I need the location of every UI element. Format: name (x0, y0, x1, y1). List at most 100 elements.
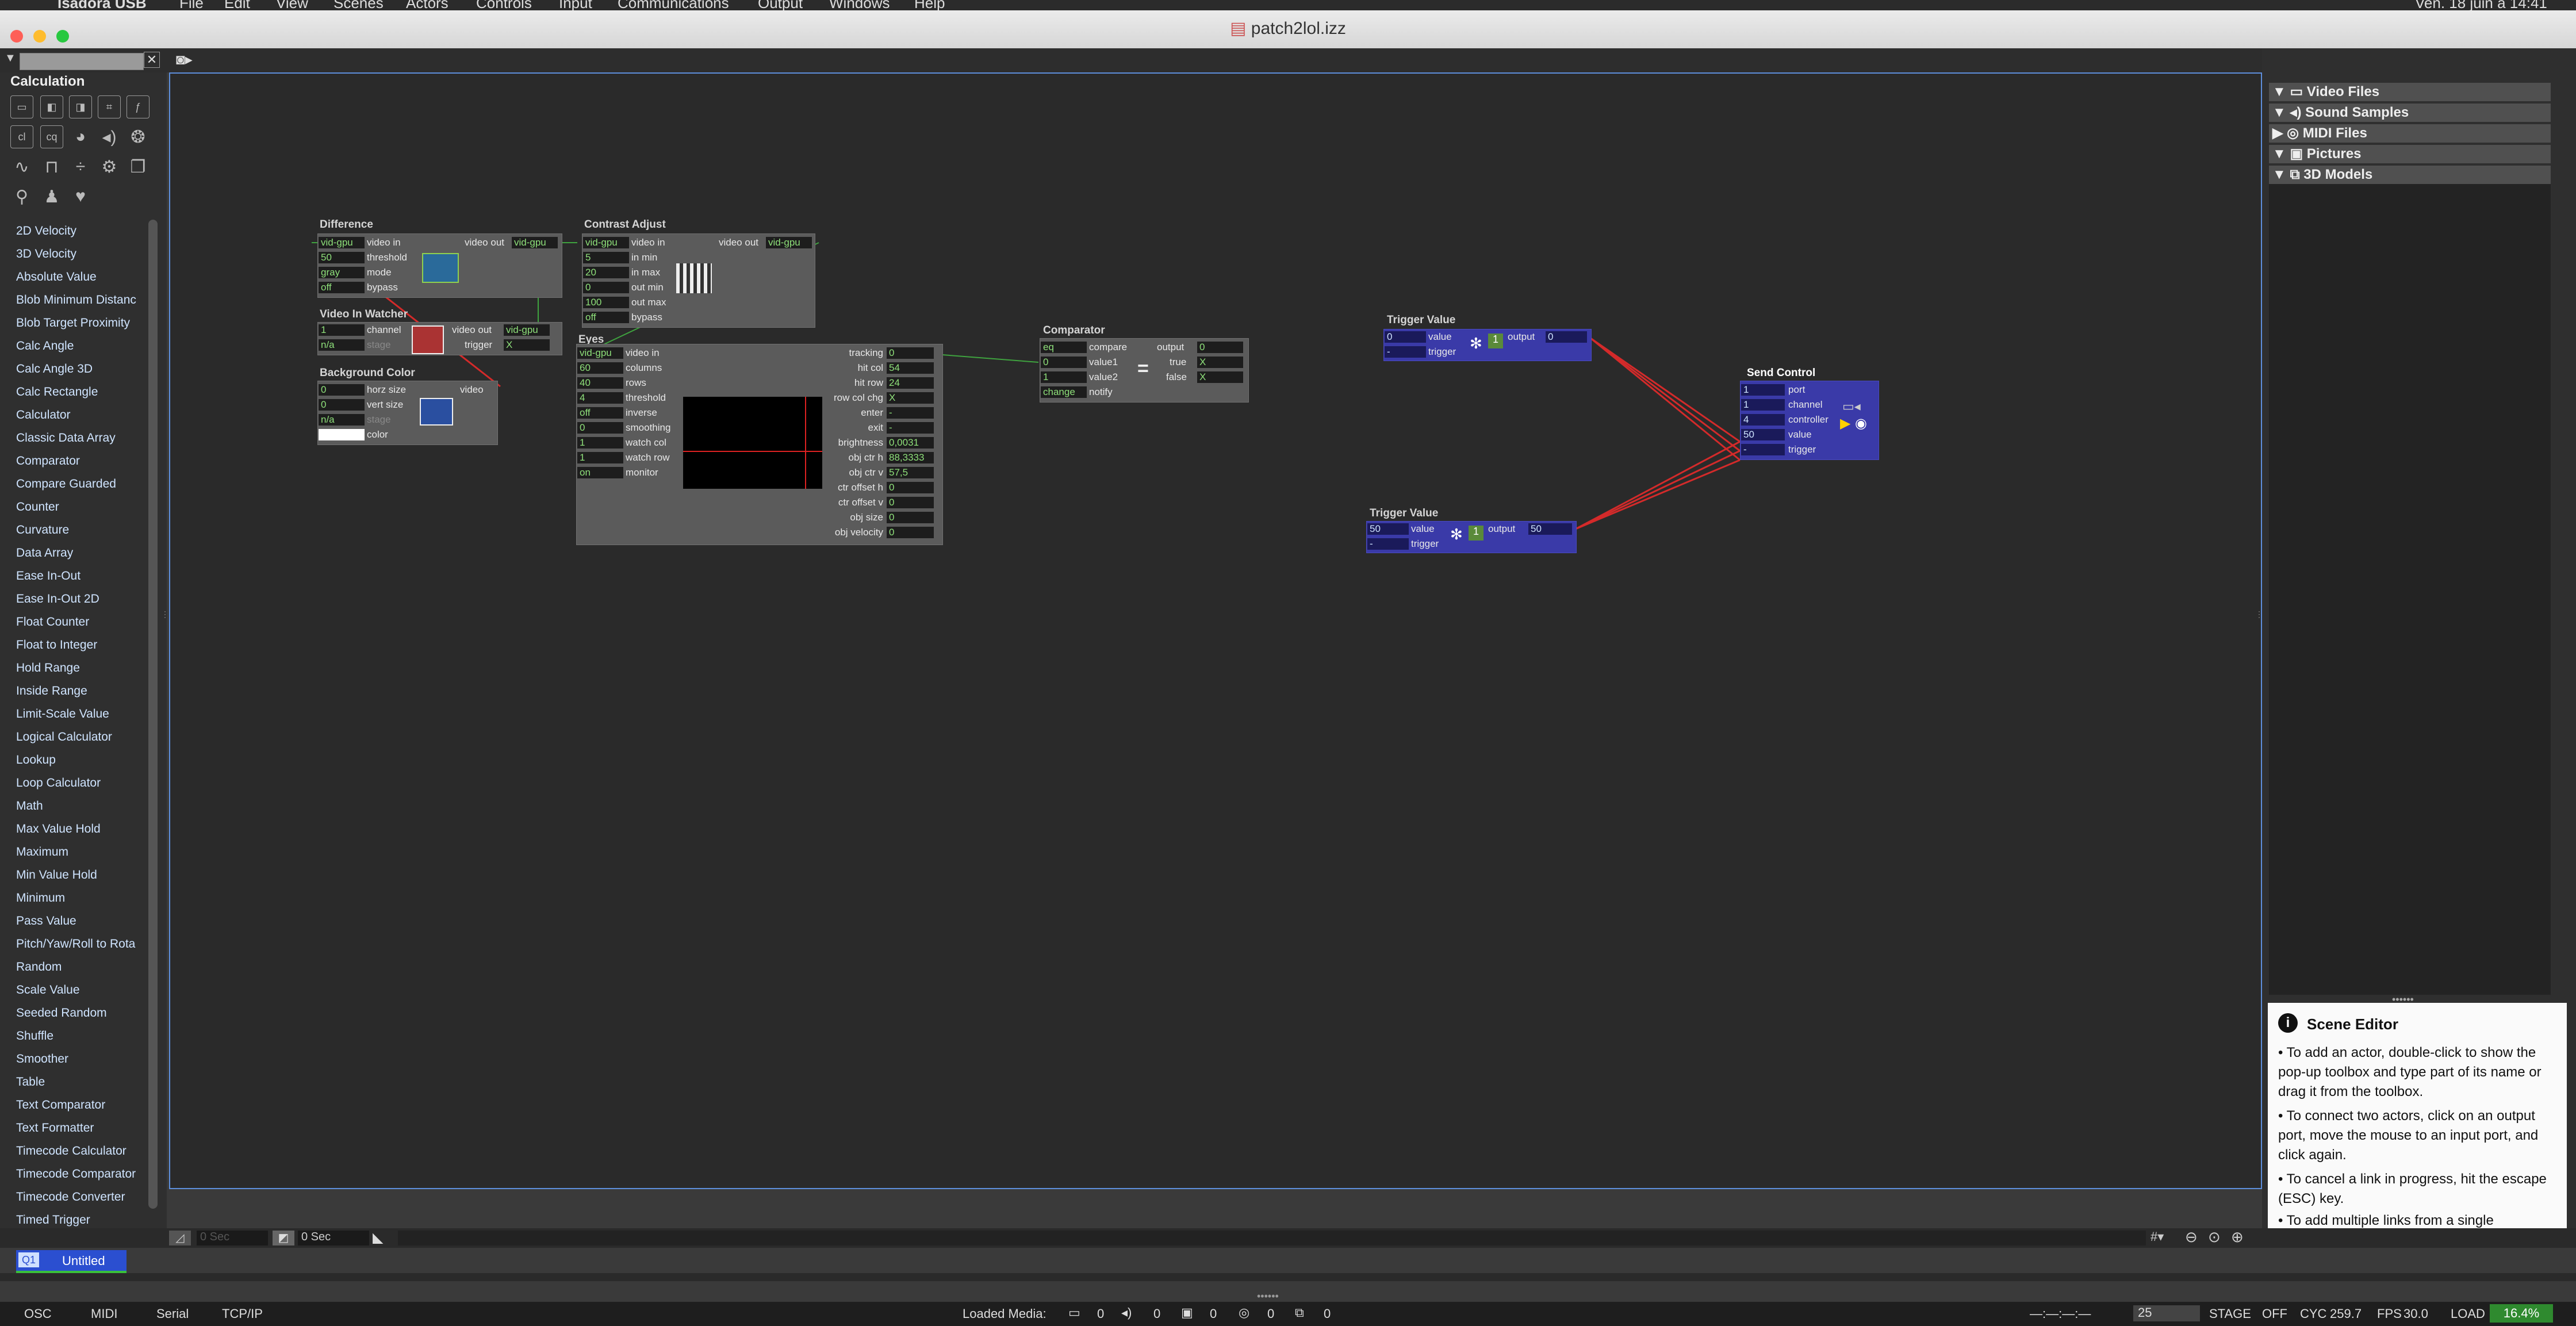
category-cq-icon[interactable]: cq (40, 125, 63, 148)
input-value[interactable]: off (583, 312, 629, 323)
output-port-label[interactable]: tracking (826, 347, 883, 359)
category-antenna-icon[interactable]: ⚲ (10, 185, 33, 208)
input-value[interactable]: 0 (577, 422, 623, 434)
actor-list-item[interactable]: Pass Value (16, 914, 145, 928)
actor-list-item[interactable]: Logical Calculator (16, 730, 145, 744)
tab-osc[interactable]: OSC (24, 1306, 52, 1321)
input-port-label[interactable]: in max (631, 267, 660, 278)
actor-list-item[interactable]: Compare Guarded (16, 477, 145, 491)
input-value[interactable]: 1 (1741, 399, 1785, 411)
actor-list-item[interactable]: Float Counter (16, 615, 145, 629)
input-port-label[interactable]: rows (626, 377, 646, 389)
actor-list-item[interactable]: Float to Integer (16, 638, 145, 652)
media-pictures[interactable]: ▼ ▣ Pictures (2269, 145, 2551, 163)
actor-list-item[interactable]: Timed Trigger (16, 1213, 145, 1227)
output-port-label[interactable]: ctr offset h (826, 482, 883, 493)
output-port-label[interactable]: true (1170, 357, 1186, 368)
input-value[interactable]: vid-gpu (577, 347, 623, 359)
category-user-icon[interactable]: ♟ (40, 185, 63, 208)
output-port-label[interactable]: output (1508, 331, 1535, 343)
output-port-label[interactable]: hit row (826, 377, 883, 389)
input-value[interactable]: eq (1041, 342, 1087, 353)
actor-list-item[interactable]: Blob Minimum Distanc (16, 293, 145, 307)
category-cl-icon[interactable]: cl (10, 125, 33, 148)
actor-list-item[interactable]: Scale Value (16, 983, 145, 997)
edit-icon[interactable]: ◿ (169, 1231, 191, 1245)
canvas-resize-handle[interactable]: ⋮ (2255, 610, 2263, 661)
input-port-label[interactable]: bypass (631, 312, 662, 323)
expand-triangle-icon[interactable]: ▼ (2272, 105, 2286, 120)
input-value[interactable]: 1 (319, 324, 365, 336)
category-wave-icon[interactable]: ∿ (10, 155, 33, 178)
input-port-label[interactable]: horz size (367, 384, 406, 396)
tab-midi[interactable]: MIDI (91, 1306, 117, 1321)
actor-list-item[interactable]: Timecode Converter (16, 1190, 145, 1204)
input-value[interactable]: 5 (583, 252, 629, 263)
actor-list-item[interactable]: Table (16, 1075, 145, 1089)
input-value[interactable]: vid-gpu (319, 237, 365, 248)
link-trigger2-to-send-b[interactable] (1575, 450, 1741, 530)
input-port-label[interactable]: in min (631, 252, 657, 263)
output-port-label[interactable]: video (460, 384, 484, 396)
input-port-label[interactable]: bypass (367, 282, 398, 293)
actor-list-item[interactable]: Counter (16, 500, 145, 514)
timeline-track[interactable] (398, 1231, 2146, 1245)
actor-list-item[interactable]: Max Value Hold (16, 822, 145, 836)
scene-tab[interactable]: Q1 Untitled (16, 1250, 126, 1273)
category-video-icon[interactable]: ▭ (10, 95, 33, 118)
input-value[interactable]: 50 (1367, 523, 1409, 535)
output-port-label[interactable]: video out (719, 237, 758, 248)
actor-list-item[interactable]: Seeded Random (16, 1006, 145, 1020)
input-port-label[interactable]: watch col (626, 437, 666, 449)
input-value[interactable]: - (1741, 444, 1785, 455)
input-port-label[interactable]: controller (1788, 414, 1828, 426)
panel-resize-handle[interactable]: ⋮ (161, 610, 169, 667)
input-value[interactable]: - (1385, 346, 1426, 358)
input-value[interactable]: 4 (1741, 414, 1785, 426)
clear-search-icon[interactable]: ✕ (144, 52, 160, 68)
output-port-label[interactable]: obj ctr v (826, 467, 883, 478)
actor-list-item[interactable]: Calc Rectangle (16, 385, 145, 399)
output-port-label[interactable]: obj ctr h (826, 452, 883, 463)
link-trigger2-to-send-c[interactable] (1575, 459, 1741, 530)
link-trigger1-to-send-b[interactable] (1590, 337, 1741, 452)
link-eyes-to-comparator[interactable] (934, 354, 1039, 363)
input-value[interactable]: 50 (319, 252, 365, 263)
actor-list-item[interactable]: Pitch/Yaw/Roll to Rota (16, 937, 145, 951)
media-3d-models[interactable]: ▼ ⧉ 3D Models (2269, 166, 2551, 184)
input-value[interactable]: gray (319, 267, 365, 278)
input-port-label[interactable]: stage (367, 414, 391, 426)
actor-search-input[interactable] (20, 53, 144, 70)
actor-list-item[interactable]: Loop Calculator (16, 776, 145, 790)
input-value[interactable]: 60 (577, 362, 623, 374)
input-value[interactable]: 0 (583, 282, 629, 293)
input-port-label[interactable]: columns (626, 362, 662, 374)
media-midi-files[interactable]: ▶ ◎ MIDI Files (2269, 124, 2551, 143)
link-trigger2-to-send-a[interactable] (1575, 440, 1741, 530)
input-port-label[interactable]: trigger (1411, 538, 1439, 550)
input-value[interactable]: 0 (319, 399, 365, 411)
media-sound-samples[interactable]: ▼ ◂) Sound Samples (2269, 104, 2551, 122)
actor-list-item[interactable]: Inside Range (16, 684, 145, 698)
grid-dropdown-icon[interactable]: #▾ (2150, 1229, 2164, 1244)
input-port-label[interactable]: value1 (1089, 357, 1118, 368)
input-port-label[interactable]: monitor (626, 467, 658, 478)
input-value[interactable]: off (319, 282, 365, 293)
category-stack-icon[interactable]: ❐ (126, 155, 150, 178)
actor-list-item[interactable]: Calculator (16, 408, 145, 422)
output-port-label[interactable]: hit col (826, 362, 883, 374)
input-port-label[interactable]: watch row (626, 452, 670, 463)
actor-list-item[interactable]: 3D Velocity (16, 247, 145, 261)
actor-list-item[interactable]: Data Array (16, 546, 145, 560)
output-port-label[interactable]: brightness (826, 437, 883, 449)
collapse-triangle-icon[interactable]: ▼ (5, 52, 16, 65)
output-port-label[interactable]: trigger (465, 339, 492, 351)
actor-list-item[interactable]: Min Value Hold (16, 868, 145, 882)
input-port-label[interactable]: color (367, 429, 388, 440)
input-port-label[interactable]: compare (1089, 342, 1127, 353)
actor-list-item[interactable]: Ease In-Out (16, 569, 145, 583)
actor-list-item[interactable]: 2D Velocity (16, 224, 145, 238)
input-value[interactable]: 40 (577, 377, 623, 389)
input-value[interactable]: 0 (319, 384, 365, 396)
color-swatch[interactable] (319, 429, 365, 440)
